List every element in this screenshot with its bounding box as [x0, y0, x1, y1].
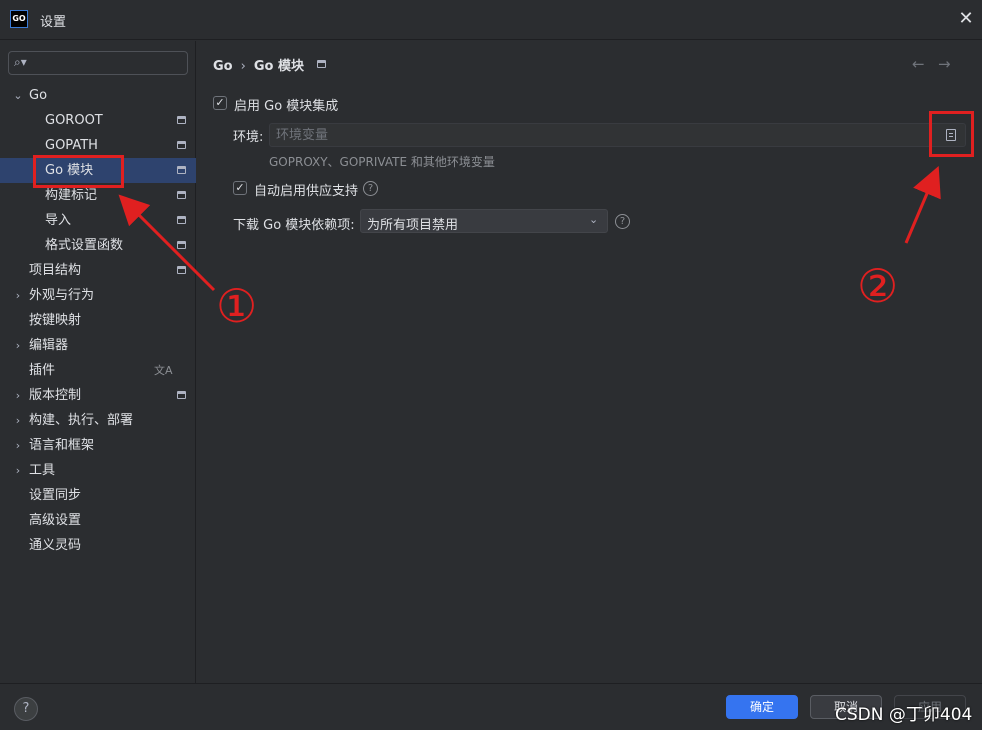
- chevron-right-icon[interactable]: ›: [12, 333, 24, 358]
- help-icon[interactable]: ?: [363, 181, 378, 196]
- settings-search[interactable]: ⌕▾: [8, 51, 188, 75]
- chevron-right-icon[interactable]: ›: [12, 283, 24, 308]
- sidebar-item-languages[interactable]: › 语言和框架: [0, 433, 196, 458]
- enable-go-modules-label: 启用 Go 模块集成: [234, 99, 339, 114]
- breadcrumb: Go › Go 模块: [213, 55, 304, 74]
- watermark: CSDN @丁卯404: [835, 705, 973, 725]
- sidebar-item-go[interactable]: ⌄ Go: [0, 83, 196, 108]
- download-deps-label: 下载 Go 模块依赖项:: [233, 218, 355, 233]
- translate-icon: 文A: [154, 364, 173, 377]
- chevron-down-icon[interactable]: ⌄: [12, 83, 24, 108]
- sidebar-item-advanced[interactable]: 高级设置: [0, 508, 196, 533]
- sidebar-item-imports[interactable]: 导入: [0, 208, 196, 233]
- chevron-right-icon[interactable]: ›: [12, 383, 24, 408]
- annotation-box-go-modules: [33, 155, 124, 188]
- vendoring-label: 自动启用供应支持: [254, 184, 359, 199]
- title-bar: GO 设置 ✕: [0, 0, 982, 40]
- breadcrumb-parent[interactable]: Go: [213, 59, 233, 74]
- settings-content: Go › Go 模块 ← → ✓ 启用 Go 模块集成 环境: GOPROXY、GO…: [197, 41, 982, 683]
- sidebar-item-formatting[interactable]: 格式设置函数: [0, 233, 196, 258]
- annotation-label-one: ①: [216, 279, 258, 333]
- sidebar-item-settings-sync[interactable]: 设置同步: [0, 483, 196, 508]
- environment-input[interactable]: [276, 126, 916, 144]
- sidebar-item-editor[interactable]: › 编辑器: [0, 333, 196, 358]
- annotation-box-env-button: [929, 111, 974, 157]
- chevron-right-icon[interactable]: ›: [12, 408, 24, 433]
- project-scope-icon: [177, 191, 186, 199]
- sidebar-item-tools[interactable]: › 工具: [0, 458, 196, 483]
- chevron-right-icon[interactable]: ›: [12, 433, 24, 458]
- sidebar-item-keymap[interactable]: 按键映射: [0, 308, 196, 333]
- sidebar-item-appearance[interactable]: › 外观与行为: [0, 283, 196, 308]
- sidebar-item-version-control[interactable]: › 版本控制: [0, 383, 196, 408]
- annotation-label-two: ②: [857, 259, 899, 313]
- sidebar-item-project-structure[interactable]: 项目结构: [0, 258, 196, 283]
- back-arrow-icon[interactable]: ←: [912, 55, 925, 73]
- chevron-down-icon: ⌄: [589, 213, 599, 226]
- enable-go-modules-checkbox[interactable]: ✓: [213, 96, 227, 110]
- project-scope-icon: [177, 391, 186, 399]
- settings-sidebar: ⌕▾ ⌄ Go GOROOT GOPATH Go 模块 构建标记 导入 格式设置…: [0, 41, 196, 683]
- window-title: 设置: [40, 15, 67, 30]
- project-scope-icon: [317, 60, 326, 68]
- project-scope-icon: [177, 266, 186, 274]
- sidebar-item-tongyi[interactable]: 通义灵码: [0, 533, 196, 558]
- project-scope-icon: [177, 141, 186, 149]
- sidebar-item-plugins[interactable]: 插件 文A: [0, 358, 196, 383]
- project-scope-icon: [177, 166, 186, 174]
- search-icon: ⌕▾: [14, 55, 27, 69]
- sidebar-item-goroot[interactable]: GOROOT: [0, 108, 196, 133]
- project-scope-icon: [177, 216, 186, 224]
- ok-button[interactable]: 确定: [726, 695, 798, 719]
- sidebar-item-build-execution[interactable]: › 构建、执行、部署: [0, 408, 196, 433]
- environment-hint: GOPROXY、GOPRIVATE 和其他环境变量: [269, 155, 495, 169]
- download-deps-value: 为所有项目禁用: [367, 218, 459, 233]
- chevron-right-icon[interactable]: ›: [12, 458, 24, 483]
- environment-label: 环境:: [233, 130, 264, 145]
- search-input[interactable]: [35, 54, 183, 72]
- help-icon[interactable]: ?: [615, 214, 630, 229]
- breadcrumb-separator: ›: [240, 59, 246, 74]
- environment-field[interactable]: [269, 123, 966, 147]
- project-scope-icon: [177, 241, 186, 249]
- goland-logo-icon: GO: [10, 10, 28, 28]
- forward-arrow-icon[interactable]: →: [938, 55, 951, 73]
- download-deps-select[interactable]: 为所有项目禁用 ⌄: [360, 209, 608, 233]
- vendoring-checkbox[interactable]: ✓: [233, 181, 247, 195]
- help-button[interactable]: ?: [14, 697, 38, 721]
- close-icon[interactable]: ✕: [956, 9, 976, 29]
- breadcrumb-current: Go 模块: [253, 59, 304, 74]
- project-scope-icon: [177, 116, 186, 124]
